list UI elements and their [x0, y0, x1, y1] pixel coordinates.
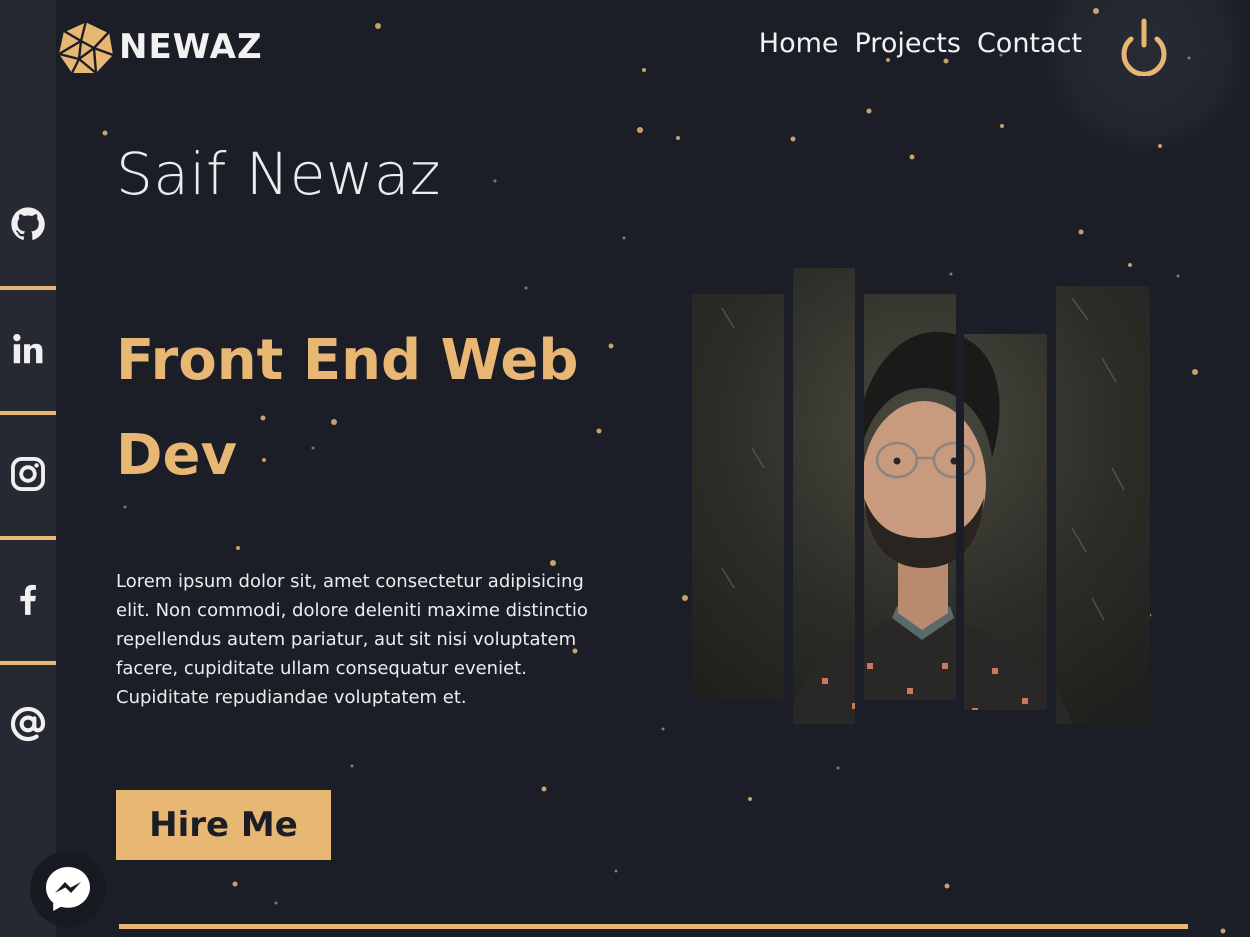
nav-home[interactable]: Home	[759, 28, 839, 59]
hero-role: Front End Web Dev	[116, 313, 636, 503]
instagram-icon	[11, 457, 45, 491]
nav-projects[interactable]: Projects	[855, 28, 961, 59]
brand-name: NEWAZ	[119, 27, 263, 67]
facebook-link[interactable]	[0, 537, 56, 661]
power-icon[interactable]	[1116, 18, 1172, 76]
linkedin-icon	[13, 333, 43, 364]
hero-role-line-1: Front End Web	[116, 328, 579, 393]
email-link[interactable]	[0, 662, 56, 786]
messenger-icon	[46, 867, 90, 911]
brand-logo[interactable]: NEWAZ	[57, 19, 263, 75]
geodesic-logo-icon	[58, 19, 114, 74]
instagram-link[interactable]	[0, 412, 56, 536]
section-divider	[119, 924, 1188, 929]
hero-bio: Lorem ipsum dolor sit, amet consectetur …	[116, 571, 588, 708]
messenger-chat-button[interactable]	[30, 851, 106, 927]
linkedin-link[interactable]	[0, 287, 56, 411]
github-link[interactable]	[0, 162, 56, 286]
hero-name: Saif Newaz	[116, 140, 441, 208]
hire-me-button[interactable]: Hire Me	[116, 790, 331, 860]
facebook-icon	[20, 584, 36, 615]
social-sidebar	[0, 0, 56, 937]
github-icon	[11, 207, 45, 240]
at-icon	[10, 706, 46, 742]
portrait-image	[692, 268, 1152, 724]
main-nav: Home Projects Contact	[759, 28, 1082, 59]
hero-role-line-2: Dev	[116, 423, 237, 488]
